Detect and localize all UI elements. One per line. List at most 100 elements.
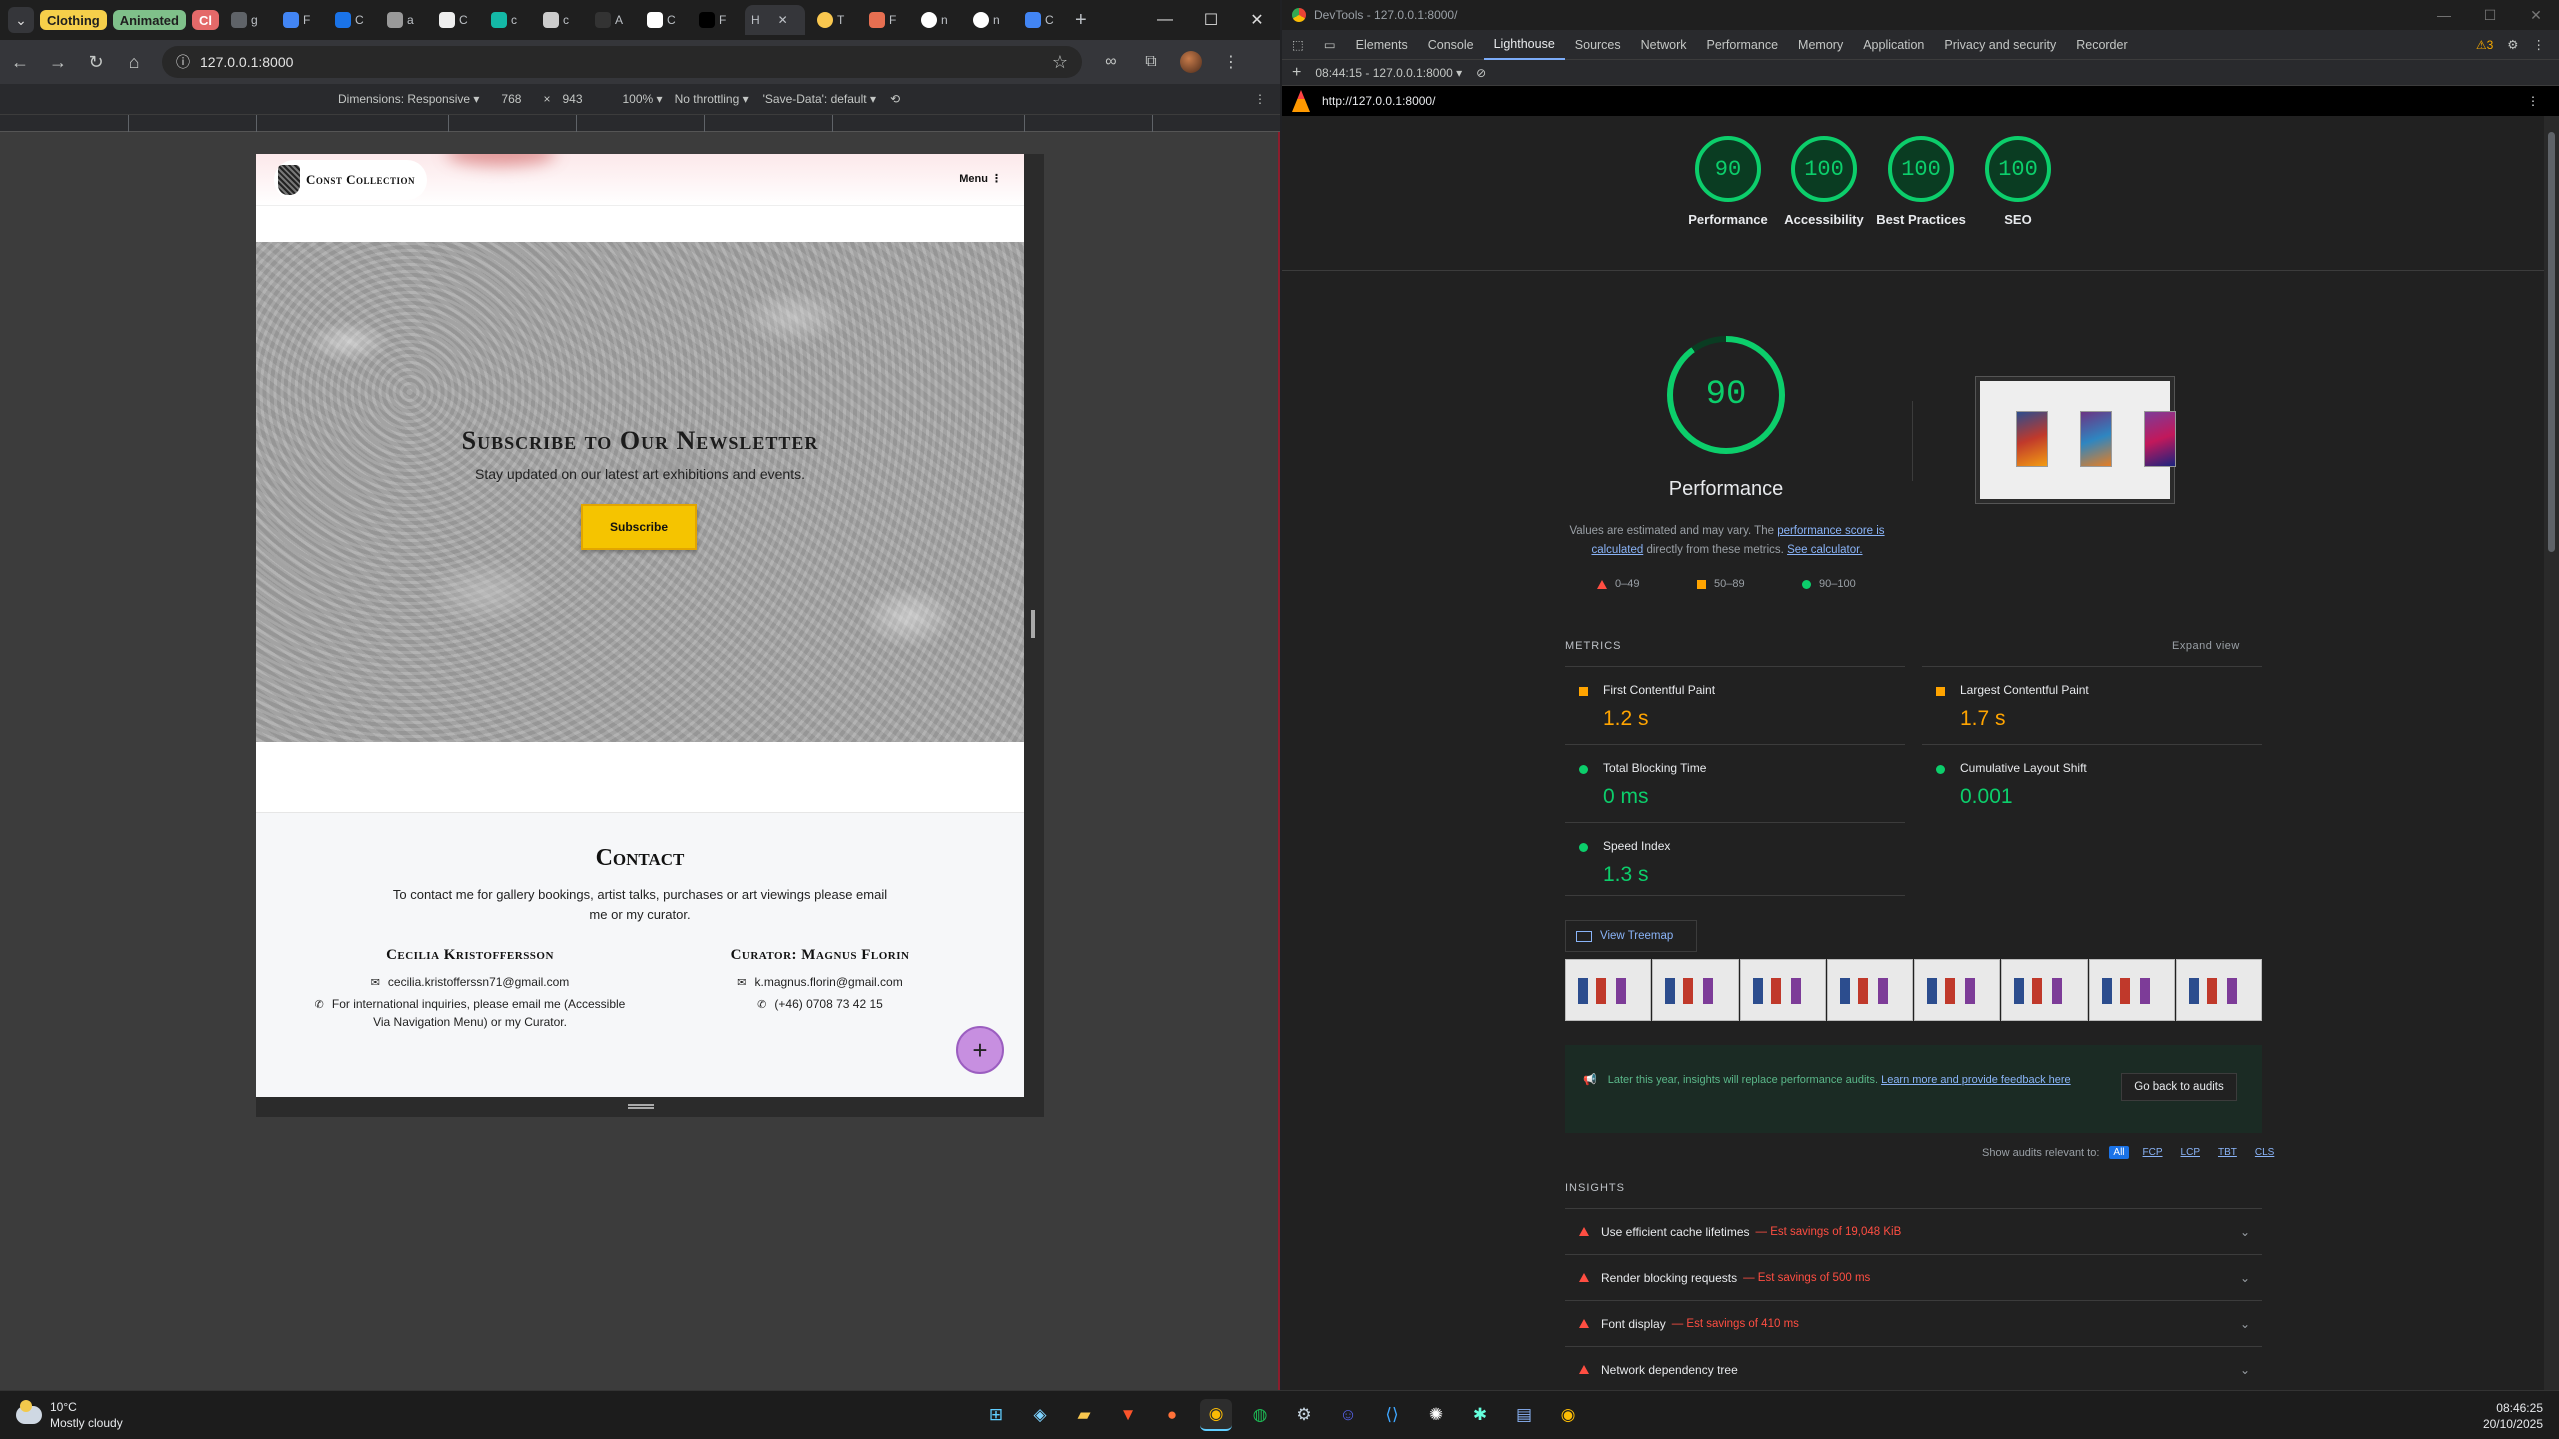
browser-menu-icon[interactable]: ⋮	[1220, 52, 1242, 72]
maximize-icon[interactable]: ☐	[1188, 0, 1234, 40]
firefox-icon[interactable]: ●	[1156, 1399, 1188, 1431]
curator-phone-link[interactable]: ✆ (+46) 0708 73 42 15	[650, 996, 990, 1014]
browser-tab[interactable]: n	[967, 5, 1013, 35]
score-gauge-best-practices[interactable]: 100	[1888, 136, 1954, 202]
tab-search-icon[interactable]: ⌄	[8, 7, 34, 33]
report-select[interactable]: 08:44:15 - 127.0.0.1:8000 ▾	[1315, 66, 1462, 80]
site-info-icon[interactable]: ⓘ	[176, 52, 190, 72]
system-clock[interactable]: 08:46:25 20/10/2025	[2483, 1400, 2543, 1432]
browser-tab[interactable]: T	[811, 5, 857, 35]
insight-row[interactable]: Font display — Est savings of 410 ms ⌄	[1565, 1300, 2262, 1346]
browser-tab[interactable]: C	[1019, 5, 1065, 35]
throttling-select[interactable]: No throttling ▾	[675, 92, 749, 106]
new-report-icon[interactable]: +	[1292, 64, 1301, 82]
scrollbar-thumb[interactable]	[2548, 132, 2555, 552]
expand-view-toggle[interactable]: Expand view	[2172, 640, 2240, 652]
file-explorer-icon[interactable]: ▰	[1068, 1399, 1100, 1431]
tab-lighthouse[interactable]: Lighthouse	[1483, 30, 1565, 60]
browser-tab[interactable]: c	[485, 5, 531, 35]
minimize-icon[interactable]: —	[1142, 0, 1188, 40]
chrome-icon[interactable]: ◉	[1552, 1399, 1584, 1431]
browser-tab[interactable]: C	[329, 5, 375, 35]
subscribe-button[interactable]: Subscribe	[581, 504, 697, 550]
menu-button[interactable]: Menu ⋮	[959, 172, 1002, 185]
filter-tbt[interactable]: TBT	[2214, 1146, 2241, 1159]
tab-group-animated[interactable]: Animated	[112, 10, 186, 30]
floating-add-button[interactable]: +	[956, 1026, 1004, 1074]
insight-row[interactable]: Render blocking requests — Est savings o…	[1565, 1254, 2262, 1300]
tab-performance[interactable]: Performance	[1696, 30, 1788, 60]
browser-tab-active[interactable]: H ✕	[744, 5, 805, 35]
see-calculator-link[interactable]: See calculator.	[1787, 544, 1862, 556]
final-screenshot[interactable]	[1975, 376, 2176, 504]
incognito-extension-icon[interactable]: ∞	[1100, 53, 1122, 71]
browser-tab[interactable]: C	[433, 5, 479, 35]
issues-counter[interactable]: ⚠3	[2476, 38, 2507, 52]
close-window-icon[interactable]: ✕	[2513, 7, 2559, 24]
report-scrollbar[interactable]	[2544, 116, 2559, 1390]
bookmark-star-icon[interactable]: ☆	[1052, 52, 1068, 73]
inspect-icon[interactable]: ⬚	[1282, 30, 1314, 60]
maximize-icon[interactable]: ☐	[2467, 7, 2513, 24]
tab-recorder[interactable]: Recorder	[2066, 30, 2137, 60]
brave-icon[interactable]: ▼	[1112, 1399, 1144, 1431]
insight-row[interactable]: Use efficient cache lifetimes — Est savi…	[1565, 1208, 2262, 1254]
browser-tab[interactable]: C	[641, 5, 687, 35]
back-icon[interactable]: ←	[10, 52, 30, 73]
filter-cls[interactable]: CLS	[2251, 1146, 2278, 1159]
report-menu-icon[interactable]: ⋮	[2527, 94, 2539, 108]
steam-icon[interactable]: ⚙	[1288, 1399, 1320, 1431]
profile-avatar[interactable]	[1180, 51, 1202, 73]
curator-email-link[interactable]: ✉ k.magnus.florin@gmail.com	[650, 974, 990, 992]
app-icon[interactable]: ✱	[1464, 1399, 1496, 1431]
filter-lcp[interactable]: LCP	[2177, 1146, 2204, 1159]
tab-sources[interactable]: Sources	[1565, 30, 1631, 60]
browser-tab[interactable]: g	[225, 5, 271, 35]
browser-tab[interactable]: a	[381, 5, 427, 35]
tab-console[interactable]: Console	[1418, 30, 1484, 60]
save-data-select[interactable]: 'Save-Data': default ▾	[763, 92, 876, 106]
tab-memory[interactable]: Memory	[1788, 30, 1853, 60]
forward-icon[interactable]: →	[48, 52, 68, 73]
tab-network[interactable]: Network	[1631, 30, 1697, 60]
reload-icon[interactable]: ↻	[86, 52, 106, 73]
site-logo[interactable]: Const Collection	[274, 160, 428, 200]
chrome-icon[interactable]: ◉	[1200, 1399, 1232, 1431]
address-bar[interactable]: ⓘ 127.0.0.1:8000 ☆	[162, 46, 1082, 78]
notepad-icon[interactable]: ▤	[1508, 1399, 1540, 1431]
discord-icon[interactable]: ☺	[1332, 1399, 1364, 1431]
rotate-icon[interactable]: ⟲	[890, 92, 900, 106]
devtools-menu-icon[interactable]: ⋮	[2533, 37, 2559, 52]
go-back-to-audits-button[interactable]: Go back to audits	[2121, 1073, 2237, 1101]
spotify-icon[interactable]: ◍	[1244, 1399, 1276, 1431]
browser-tab[interactable]: c	[537, 5, 583, 35]
start-windows-icon[interactable]: ⊞	[980, 1399, 1012, 1431]
tab-group-cl[interactable]: Cl	[191, 10, 219, 30]
score-gauge-accessibility[interactable]: 100	[1791, 136, 1857, 202]
view-treemap-button[interactable]: View Treemap	[1565, 920, 1697, 952]
artist-email-link[interactable]: ✉ cecilia.kristofferssn71@gmail.com	[300, 974, 640, 992]
media-query-ruler[interactable]	[0, 114, 1280, 132]
vscode-icon[interactable]: ⟨⟩	[1376, 1399, 1408, 1431]
close-icon[interactable]: ✕	[778, 13, 788, 27]
resize-handle-right[interactable]	[1031, 610, 1035, 638]
tab-application[interactable]: Application	[1853, 30, 1934, 60]
score-gauge-seo[interactable]: 100	[1985, 136, 2051, 202]
filter-fcp[interactable]: FCP	[2139, 1146, 2167, 1159]
tab-group-clothing[interactable]: Clothing	[40, 10, 107, 30]
learn-more-link[interactable]: Learn more and provide feedback here	[1881, 1074, 2071, 1086]
new-tab-button[interactable]: +	[1075, 9, 1087, 32]
clear-icon[interactable]: ⊘	[1476, 66, 1486, 80]
device-toggle-icon[interactable]: ▭	[1314, 30, 1346, 60]
settings-gear-icon[interactable]: ⚙	[2507, 37, 2532, 52]
close-window-icon[interactable]: ✕	[1234, 0, 1280, 40]
tab-elements[interactable]: Elements	[1346, 30, 1418, 60]
home-icon[interactable]: ⌂	[124, 52, 144, 73]
filter-all[interactable]: All	[2109, 1146, 2129, 1159]
zoom-select[interactable]: 100% ▾	[623, 92, 663, 106]
copilot-icon[interactable]: ◈	[1024, 1399, 1056, 1431]
browser-tab[interactable]: F	[277, 5, 323, 35]
browser-tab[interactable]: n	[915, 5, 961, 35]
browser-tab[interactable]: A	[589, 5, 635, 35]
extensions-icon[interactable]: ⧉	[1140, 53, 1162, 71]
